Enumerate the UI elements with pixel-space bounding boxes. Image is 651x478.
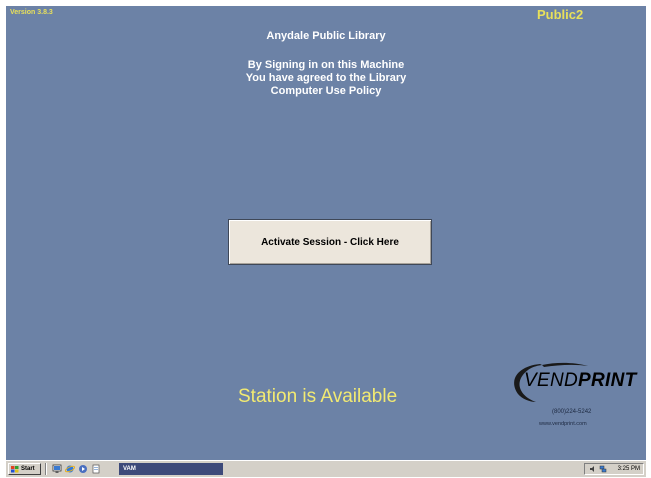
start-label: Start: [21, 466, 35, 472]
vendprint-wordmark: VENDPRINT: [524, 370, 637, 392]
windows-logo-icon: [11, 465, 19, 472]
policy-line: Computer Use Policy: [270, 85, 382, 97]
policy-line: By Signing in on this Machine: [247, 59, 405, 71]
vendprint-website: www.vendprint.com: [539, 421, 587, 427]
media-player-icon[interactable]: [78, 464, 88, 474]
version-label: Version 3.8.3: [10, 9, 53, 16]
taskbar-task-vam[interactable]: VAM: [119, 463, 223, 475]
policy-line: You have agreed to the Library: [245, 72, 407, 84]
activate-session-button[interactable]: Activate Session - Click Here: [228, 219, 432, 265]
show-desktop-icon[interactable]: [52, 464, 62, 474]
system-tray: 3:25 PM: [584, 463, 644, 475]
library-name: Anydale Public Library: [266, 30, 386, 42]
taskbar: Start VAM 3:25 PM: [6, 460, 646, 477]
taskbar-clock: 3:25 PM: [617, 466, 640, 472]
kiosk-screen: Version 3.8.3 Public2 Anydale Public Lib…: [6, 6, 646, 460]
station-status: Station is Available: [238, 386, 398, 407]
vendprint-logo: VENDPRINT: [504, 358, 637, 406]
vendprint-phone: (800)224-5242: [552, 409, 592, 415]
start-button[interactable]: Start: [8, 463, 41, 475]
taskbar-separator: [45, 463, 47, 475]
vendprint-text-bold: PRINT: [578, 370, 637, 391]
vendprint-text-thin: VEND: [524, 370, 578, 391]
speaker-icon[interactable]: [589, 465, 597, 473]
policy-notice: By Signing in on this Machine You have a…: [6, 59, 646, 98]
internet-explorer-icon[interactable]: [65, 464, 75, 474]
network-icon[interactable]: [599, 465, 607, 473]
station-id: Public2: [537, 7, 584, 22]
notepad-icon[interactable]: [91, 464, 101, 474]
